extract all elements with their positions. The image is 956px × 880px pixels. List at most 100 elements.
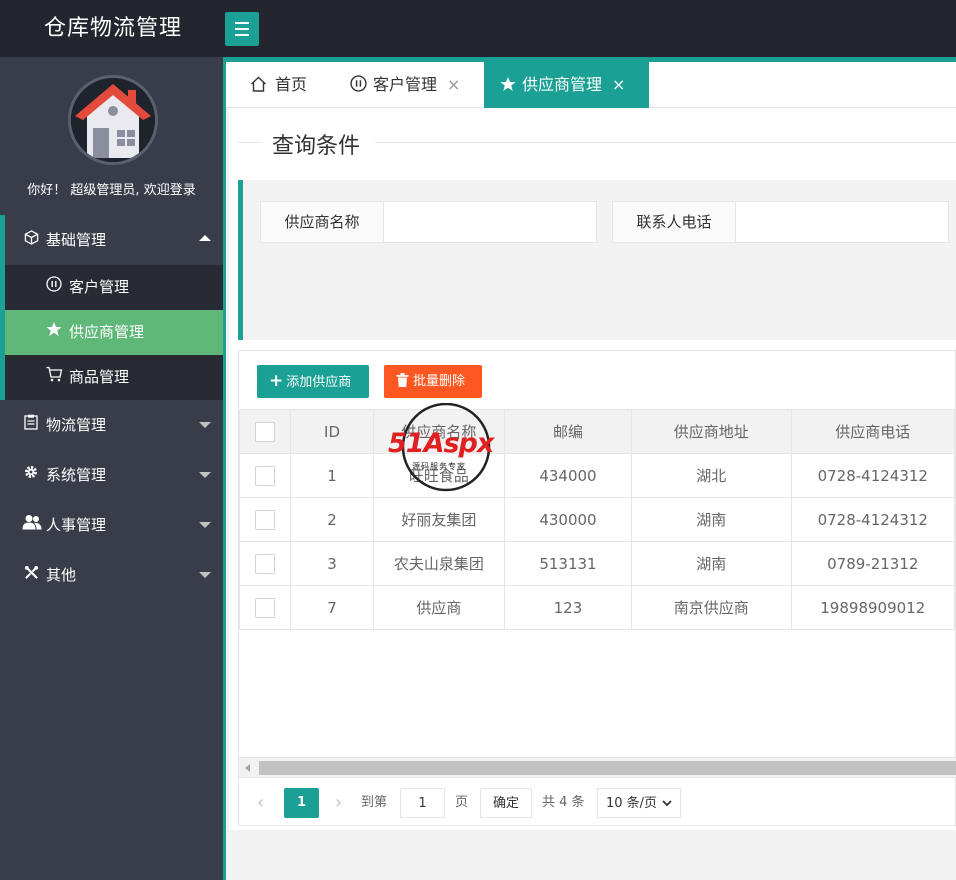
row-checkbox[interactable] [255,597,276,618]
cell-phone: 0728-4124312 [790,497,956,542]
cell-id: 2 [290,497,374,542]
supplier-name-field: 供应商名称 [260,201,597,243]
contact-phone-input[interactable] [736,202,948,242]
scroll-left-icon[interactable] [245,764,250,772]
goto-page-input[interactable]: 1 [400,788,445,818]
supplier-name-input[interactable] [384,202,596,242]
goto-label: 到第 [361,795,388,810]
table-row[interactable]: 1 旺旺食品 434000 湖北 0728-4124312 [238,453,956,498]
sidebar-group-label: 其他 [46,566,77,584]
cell-id: 1 [290,453,374,498]
next-page-icon[interactable]: › [335,788,342,818]
chevron-down-icon [199,572,211,578]
sidebar-group-other[interactable]: 其他 [0,550,223,600]
column-header[interactable]: 供应商地址 [631,409,792,454]
watermark-brand: 51Aspx [388,428,494,459]
cell-name: 农夫山泉集团 [372,541,505,586]
horizontal-scrollbar[interactable] [239,757,956,777]
cell-address: 湖南 [631,541,792,586]
pagination: ‹ 1 › 到第 1 页 确定 共 4 条 10 条/页 [239,777,956,827]
main-content: 查询条件 供应商名称 联系人电话 + 添加供应商 批量删除 ID 供应商名称 邮… [229,108,956,880]
app-title: 仓库物流管理 [43,16,182,41]
chevron-down-icon [199,472,211,478]
cell-phone: 19898909012 [790,585,956,630]
watermark-logo: 51Aspx 源码服务专家 [386,402,516,495]
cell-id: 7 [290,585,374,630]
sidebar-group-label: 物流管理 [46,416,107,434]
sidebar-group-system[interactable]: 系统管理 [0,450,223,500]
users-icon [22,501,42,551]
sidebar-item-customer[interactable]: 客户管理 [5,265,223,310]
menu-toggle-button[interactable] [225,12,259,46]
row-checkbox[interactable] [255,509,276,530]
row-checkbox[interactable] [255,553,276,574]
tab-home[interactable]: 首页 [250,62,307,108]
clipboard-icon [22,401,40,451]
page-size-select[interactable]: 10 条/页 [597,788,681,818]
cell-name: 好丽友集团 [372,497,505,542]
chevron-down-icon [199,522,211,528]
batch-delete-button[interactable]: 批量删除 [384,365,482,398]
sidebar-submenu: 客户管理 供应商管理 商品管理 [0,265,223,400]
table-row[interactable]: 3 农夫山泉集团 513131 湖南 0789-21312 [238,541,956,586]
sidebar-item-product[interactable]: 商品管理 [5,355,223,400]
cell-phone: 0789-21312 [790,541,956,586]
cell-address: 湖南 [631,497,792,542]
star-icon [45,310,63,355]
gear-icon [22,451,40,501]
cart-icon [45,355,63,400]
close-icon[interactable]: × [447,75,460,94]
table-row[interactable]: 2 好丽友集团 430000 湖南 0728-4124312 [238,497,956,542]
star-icon [500,64,516,110]
column-header[interactable]: 邮编 [503,409,633,454]
avatar [68,75,158,165]
prev-page-icon[interactable]: ‹ [257,788,264,818]
sidebar-group-basic[interactable]: 基础管理 [0,215,223,265]
sidebar-group-label: 系统管理 [46,466,107,484]
tab-supplier[interactable]: 供应商管理 × [484,62,649,108]
close-icon[interactable]: × [612,75,625,94]
sidebar-group-label: 人事管理 [46,516,107,534]
sidebar-group-hr[interactable]: 人事管理 [0,500,223,550]
contact-phone-field: 联系人电话 [612,201,949,243]
select-all-cell [238,409,292,454]
watermark-slogan: 源码服务专家 [412,462,466,471]
sidebar-item-label: 商品管理 [69,368,130,386]
row-checkbox[interactable] [255,465,276,486]
column-header[interactable]: ID [290,409,374,454]
sidebar-item-label: 供应商管理 [69,323,145,341]
column-header[interactable]: 供应商电话 [790,409,956,454]
tab-label: 首页 [275,75,308,94]
query-fieldset: 查询条件 供应商名称 联系人电话 + 添加供应商 批量删除 ID 供应商名称 邮… [229,108,956,830]
cell-phone: 0728-4124312 [790,453,956,498]
page-unit-label: 页 [455,795,469,810]
pause-circle-icon [350,64,367,110]
pause-circle-icon [45,265,63,310]
welcome-text: 你好！ 超级管理员, 欢迎登录 [27,183,196,198]
tab-customer[interactable]: 客户管理 × [350,62,460,108]
top-header: 仓库物流管理 [0,0,956,57]
goto-confirm-button[interactable]: 确定 [480,788,532,818]
cell-zip: 513131 [503,541,633,586]
table-row[interactable]: 7 供应商 123 南京供应商 19898909012 [238,585,956,630]
scrollbar-thumb[interactable] [259,761,956,775]
sidebar: 你好！ 超级管理员, 欢迎登录 基础管理 客户管理 供应商管理 商品管理 物流管… [0,57,226,880]
table-header-row: ID 供应商名称 邮编 供应商地址 供应商电话 [238,409,956,454]
cell-name: 供应商 [372,585,505,630]
total-count: 共 4 条 [542,795,585,810]
sidebar-item-supplier[interactable]: 供应商管理 [5,310,223,355]
sidebar-nav: 基础管理 客户管理 供应商管理 商品管理 物流管理 系统管理 人事管理 其他 [0,215,223,600]
current-page[interactable]: 1 [284,788,319,818]
sidebar-group-logistics[interactable]: 物流管理 [0,400,223,450]
tab-label: 客户管理 [373,75,438,94]
supplier-table: ID 供应商名称 邮编 供应商地址 供应商电话 1 旺旺食品 434000 湖北 [238,409,956,630]
table-card: + 添加供应商 批量删除 ID 供应商名称 邮编 供应商地址 供应商电话 1 旺… [238,350,956,826]
cell-zip: 434000 [503,453,633,498]
cell-address: 湖北 [631,453,792,498]
select-all-checkbox[interactable] [255,421,276,442]
cell-zip: 430000 [503,497,633,542]
house-icon [71,78,155,162]
add-supplier-button[interactable]: + 添加供应商 [257,365,369,398]
tab-label: 供应商管理 [522,75,603,94]
plus-icon: + [269,371,284,391]
